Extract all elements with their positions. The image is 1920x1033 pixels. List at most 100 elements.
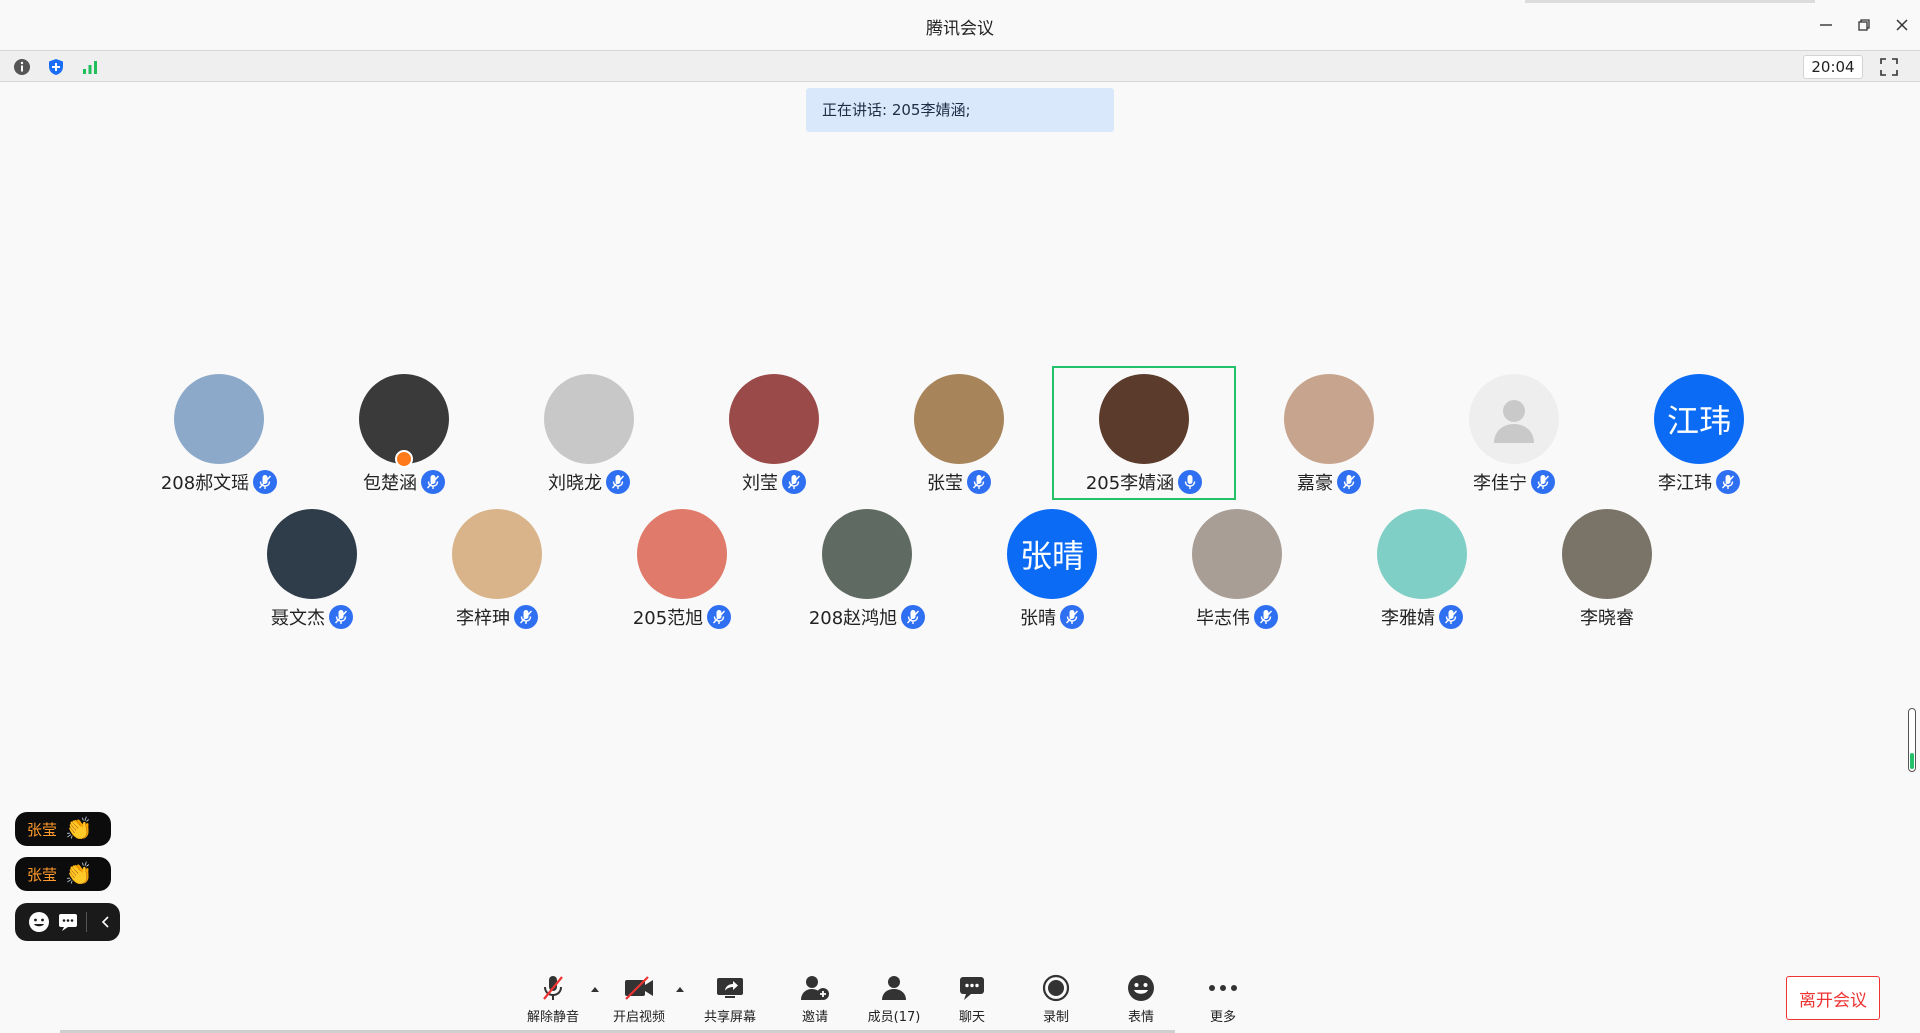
participant-tile[interactable]: 208赵鸿旭 [775, 501, 959, 635]
meeting-info-button[interactable] [11, 56, 33, 78]
camera-off-icon [625, 976, 653, 1000]
host-badge-icon [395, 450, 413, 468]
invite-button[interactable]: 邀请 [777, 972, 853, 1028]
danmaku-button[interactable] [53, 907, 82, 937]
mic-icon [1721, 475, 1735, 489]
chevron-left-icon [101, 916, 109, 928]
smile-icon [28, 912, 49, 932]
participant-tile[interactable]: 嘉豪 [1237, 366, 1421, 500]
participant-name-row: 刘莹 [682, 469, 866, 495]
share-screen-button[interactable]: 共享屏幕 [692, 972, 768, 1028]
start-video-button[interactable]: 开启视频 [601, 972, 677, 1028]
share-screen-icon [717, 978, 743, 998]
participant-name-row: 205李婧涵 [1054, 469, 1234, 495]
audio-options-button[interactable] [588, 982, 602, 996]
collapse-button[interactable] [91, 907, 120, 937]
mic-muted-badge [421, 470, 445, 494]
reaction-chip: 张莹 👏 [15, 812, 111, 846]
minimize-button[interactable] [1812, 12, 1840, 38]
quick-reaction-bar [15, 903, 120, 941]
members-button[interactable]: 成员(17) [856, 972, 932, 1028]
mic-icon [907, 610, 920, 624]
participant-name: 李江玮 [1658, 473, 1712, 494]
participant-tile[interactable]: 李梓珅 [405, 501, 589, 635]
participant-name: 张莹 [927, 473, 963, 494]
participant-name-row: 李江玮 [1607, 469, 1791, 495]
avatar [1469, 374, 1559, 464]
participant-name-row: 毕志伟 [1145, 604, 1329, 630]
participant-tile[interactable]: 毕志伟 [1145, 501, 1329, 635]
participant-name-row: 包楚涵 [312, 469, 496, 495]
participant-name: 李佳宁 [1473, 473, 1527, 494]
participant-tile[interactable]: 包楚涵 [312, 366, 496, 500]
participant-name: 张晴 [1020, 608, 1056, 629]
avatar [1192, 509, 1282, 599]
avatar [729, 374, 819, 464]
participant-name: 205范旭 [632, 608, 704, 629]
close-button[interactable] [1888, 12, 1916, 38]
participant-name: 208赵鸿旭 [808, 608, 898, 629]
mic-muted-badge [514, 605, 538, 629]
scrollbar-thumb[interactable] [1908, 708, 1916, 772]
window-title: 腾讯会议 [926, 19, 994, 39]
participant-name: 聂文杰 [271, 608, 325, 629]
participant-name-row: 嘉豪 [1237, 469, 1421, 495]
mic-muted-badge [1060, 605, 1084, 629]
participant-tile[interactable]: 聂文杰 [220, 501, 404, 635]
avatar [914, 374, 1004, 464]
participant-name-row: 208郝文瑶 [127, 469, 311, 495]
avatar [544, 374, 634, 464]
emoji-label: 表情 [1127, 1010, 1154, 1025]
avatar [174, 374, 264, 464]
avatar [1099, 374, 1189, 464]
leave-meeting-button[interactable]: 离开会议 [1786, 976, 1880, 1020]
top-edge-panel [1525, 0, 1815, 3]
mic-icon [519, 610, 533, 624]
mic-muted-badge [782, 470, 806, 494]
mic-muted-badge [329, 605, 353, 629]
emoji-reaction-button[interactable] [24, 907, 53, 937]
participant-tile[interactable]: 205范旭 [590, 501, 774, 635]
mic-icon [1065, 610, 1079, 624]
participant-name: 李晓睿 [1580, 608, 1634, 629]
emoji-button[interactable]: 表情 [1103, 972, 1179, 1028]
participant-name-row: 李梓珅 [405, 604, 589, 630]
participant-tile[interactable]: 江玮 李江玮 [1607, 366, 1791, 500]
invite-label: 邀请 [801, 1010, 828, 1025]
participant-tile[interactable]: 205李婧涵 [1052, 366, 1236, 500]
participant-tile[interactable]: 刘莹 [682, 366, 866, 500]
network-status-button[interactable] [79, 56, 101, 78]
meeting-clock: 20:04 [1803, 55, 1863, 79]
fullscreen-button[interactable] [1877, 56, 1901, 78]
close-icon [1896, 19, 1908, 31]
participant-tile[interactable]: 李佳宁 [1422, 366, 1606, 500]
participant-name: 刘莹 [742, 473, 778, 494]
share-screen-label: 共享屏幕 [703, 1010, 756, 1025]
participant-tile[interactable]: 李雅婧 [1330, 501, 1514, 635]
unmute-button[interactable]: 解除静音 [515, 972, 591, 1028]
mic-icon [426, 475, 440, 489]
more-button[interactable]: 更多 [1185, 972, 1261, 1028]
participant-name-row: 208赵鸿旭 [775, 604, 959, 630]
participant-tile[interactable]: 张莹 [867, 366, 1051, 500]
avatar [452, 509, 542, 599]
reaction-sender: 张莹 [27, 820, 58, 839]
record-button[interactable]: 录制 [1018, 972, 1094, 1028]
more-label: 更多 [1209, 1010, 1236, 1025]
video-options-button[interactable] [673, 982, 687, 996]
add-user-icon [801, 976, 829, 1000]
participant-name: 208郝文瑶 [160, 473, 250, 494]
mic-muted-badge [1439, 605, 1463, 629]
participant-tile[interactable]: 张晴 张晴 [960, 501, 1144, 635]
avatar [1562, 509, 1652, 599]
mic-muted-badge [1531, 470, 1555, 494]
restore-button[interactable] [1850, 12, 1878, 38]
participant-tile[interactable]: 李晓睿 [1515, 501, 1699, 635]
caret-up-icon [591, 987, 599, 992]
participant-tile[interactable]: 刘晓龙 [497, 366, 681, 500]
participant-tile[interactable]: 208郝文瑶 [127, 366, 311, 500]
fullscreen-icon [1880, 58, 1898, 76]
security-button[interactable] [45, 56, 67, 78]
chat-button[interactable]: 聊天 [934, 972, 1010, 1028]
mic-icon [1536, 475, 1550, 489]
